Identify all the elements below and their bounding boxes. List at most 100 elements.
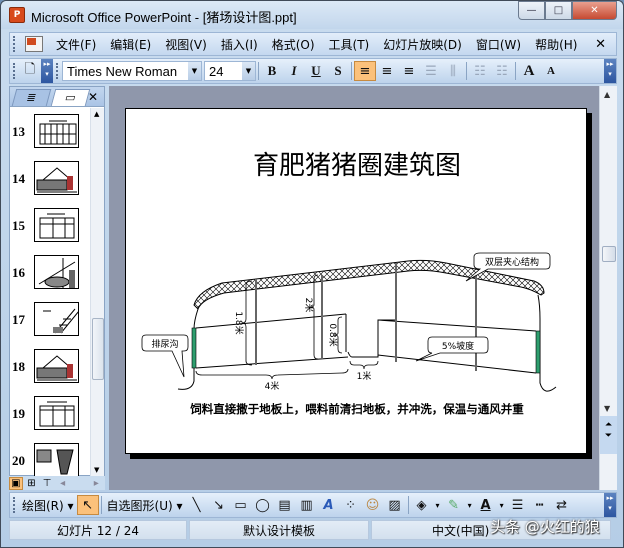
slide-sorter-icon[interactable]: ⊞	[25, 477, 39, 490]
slide-thumbnail[interactable]: 19	[10, 396, 90, 436]
chevron-down-icon[interactable]: ▼	[188, 62, 201, 80]
toolbar-options-icon[interactable]: ▸▸ ▾	[604, 59, 616, 83]
slide-thumbnail[interactable]: 14	[10, 161, 90, 201]
slide-thumbnail[interactable]: 17	[10, 302, 90, 342]
scroll-up-icon[interactable]: ▲	[604, 90, 610, 99]
font-color-icon[interactable]: A	[475, 495, 497, 515]
scroll-right-icon[interactable]: ▸	[89, 477, 103, 490]
close-button[interactable]: ✕	[572, 1, 617, 20]
slide-thumbnail[interactable]: 20	[10, 443, 90, 476]
bold-button[interactable]: B	[261, 61, 283, 81]
arrow-style-icon[interactable]: ⇄	[551, 495, 573, 515]
menu-help[interactable]: 帮助(H)	[528, 36, 584, 53]
chevron-down-icon[interactable]: ▾	[465, 501, 475, 510]
scrollbar-thumb[interactable]	[92, 318, 104, 380]
maximize-button[interactable]: □	[545, 1, 572, 20]
thumbnail-image[interactable]	[34, 302, 79, 336]
draw-menu-button[interactable]: 绘图(R) ▾	[19, 497, 77, 514]
line-color-icon[interactable]: ✎	[443, 495, 465, 515]
thumbnail-image[interactable]	[34, 208, 79, 242]
toolbar-options-icon[interactable]: ▸▸ ▾	[604, 493, 616, 517]
menu-window[interactable]: 窗口(W)	[469, 36, 528, 53]
slide-thumbnail[interactable]: 16	[10, 255, 90, 295]
next-slide-icon[interactable]: ⏷	[600, 431, 617, 442]
scroll-up-icon[interactable]: ▲	[94, 110, 99, 118]
thumbnails-scrollbar[interactable]: ▲ ▼	[90, 108, 104, 476]
slideshow-icon[interactable]: ⊤	[40, 477, 54, 490]
grow-font-button[interactable]: A	[518, 61, 540, 81]
italic-button[interactable]: I	[283, 61, 305, 81]
thumbnail-image[interactable]	[34, 255, 79, 289]
menu-edit[interactable]: 编辑(E)	[103, 36, 158, 53]
scroll-down-icon[interactable]: ▼	[94, 466, 99, 474]
wordart-icon[interactable]: A	[318, 495, 340, 515]
align-right-button[interactable]: ≡	[398, 61, 420, 81]
font-name-select[interactable]: Times New Roman ▼	[62, 61, 202, 81]
numbering-icon[interactable]: ☷	[469, 61, 491, 81]
align-center-button[interactable]: ≡	[376, 61, 398, 81]
scroll-down-icon[interactable]: ▼	[604, 404, 610, 413]
slide-thumbnail[interactable]: 13	[10, 114, 90, 154]
tab-slides[interactable]: ▭	[50, 89, 91, 106]
shadow-button[interactable]: S	[327, 61, 349, 81]
textbox-icon[interactable]: ▤	[274, 495, 296, 515]
line-spacing-icon[interactable]: ⫼	[442, 61, 464, 81]
toolbar-grip[interactable]	[13, 36, 16, 52]
align-left-button[interactable]: ≡	[354, 61, 376, 81]
select-pointer-icon[interactable]: ↖	[76, 495, 99, 515]
diagram-icon[interactable]: ⁘	[340, 495, 362, 515]
distribute-icon[interactable]: ☰	[420, 61, 442, 81]
shrink-font-button[interactable]: A	[540, 61, 562, 81]
fill-color-icon[interactable]: ◈	[411, 495, 433, 515]
outline-icon: ≣	[25, 91, 38, 104]
minimize-button[interactable]: —	[518, 1, 545, 20]
rectangle-icon[interactable]: ▭	[230, 495, 252, 515]
chevron-down-icon[interactable]: ▼	[242, 62, 255, 80]
line-style-icon[interactable]: ☰	[507, 495, 529, 515]
menu-slideshow[interactable]: 幻灯片放映(D)	[376, 36, 469, 53]
toolbar-grip[interactable]	[13, 497, 16, 513]
slide-canvas[interactable]: 育肥猪猪圈建筑图 双层夹心结构 排尿沟 5%坡度 4米 1米 1.8米 2米 0…	[125, 108, 587, 454]
slide-thumbnail[interactable]: 15	[10, 208, 90, 248]
dash-style-icon[interactable]: ┅	[529, 495, 551, 515]
thumbnail-image[interactable]	[34, 349, 79, 383]
tab-outline[interactable]: ≣	[11, 89, 52, 106]
vertical-scrollbar[interactable]: ▲ ▼ ⏶ ⏷	[599, 86, 617, 490]
slide-thumbnail[interactable]: 18	[10, 349, 90, 389]
scroll-left-icon[interactable]: ◂	[56, 477, 70, 490]
slide-caption[interactable]: 饲料直接撒于地板上，喂料前清扫地板，并冲洗，保温与通风并重	[126, 401, 588, 417]
document-icon[interactable]	[25, 36, 43, 52]
thumbnail-image[interactable]	[34, 396, 79, 430]
chevron-down-icon[interactable]: ▾	[497, 501, 507, 510]
thumbnail-image[interactable]	[34, 161, 79, 195]
thumbnail-image[interactable]	[34, 114, 79, 148]
label-0-8m: 0.8米	[327, 323, 339, 346]
previous-slide-icon[interactable]: ⏶	[600, 420, 617, 431]
close-document-icon[interactable]: ✕	[595, 37, 606, 52]
menu-view[interactable]: 视图(V)	[158, 36, 214, 53]
autoshapes-button[interactable]: 自选图形(U) ▾	[104, 497, 186, 514]
clipart-icon[interactable]: ☺	[362, 495, 384, 515]
menu-insert[interactable]: 插入(I)	[214, 36, 265, 53]
vertical-textbox-icon[interactable]: ▥	[296, 495, 318, 515]
font-size-select[interactable]: 24 ▼	[204, 61, 256, 81]
normal-view-icon[interactable]: ▣	[9, 476, 23, 490]
underline-button[interactable]: U	[305, 61, 327, 81]
toolbar-grip[interactable]	[13, 63, 16, 79]
arrow-icon[interactable]: ↘	[208, 495, 230, 515]
picture-icon[interactable]: ▨	[384, 495, 406, 515]
menu-tools[interactable]: 工具(T)	[322, 36, 377, 53]
scrollbar-thumb[interactable]	[602, 246, 616, 262]
new-document-icon[interactable]: 🗋	[19, 61, 41, 81]
menu-file[interactable]: 文件(F)	[49, 36, 103, 53]
bullets-icon[interactable]: ☷	[491, 61, 513, 81]
line-icon[interactable]: ╲	[186, 495, 208, 515]
toolbar-grip[interactable]	[56, 63, 59, 79]
powerpoint-icon[interactable]: P	[9, 7, 25, 23]
chevron-down-icon[interactable]: ▾	[433, 501, 443, 510]
thumbnail-image[interactable]	[34, 443, 79, 476]
toolbar-options-icon[interactable]: ▸▸ ▾	[41, 59, 53, 83]
oval-icon[interactable]: ◯	[252, 495, 274, 515]
menu-format[interactable]: 格式(O)	[265, 36, 322, 53]
panel-tabs: ≣ ▭ ✕	[10, 87, 104, 107]
